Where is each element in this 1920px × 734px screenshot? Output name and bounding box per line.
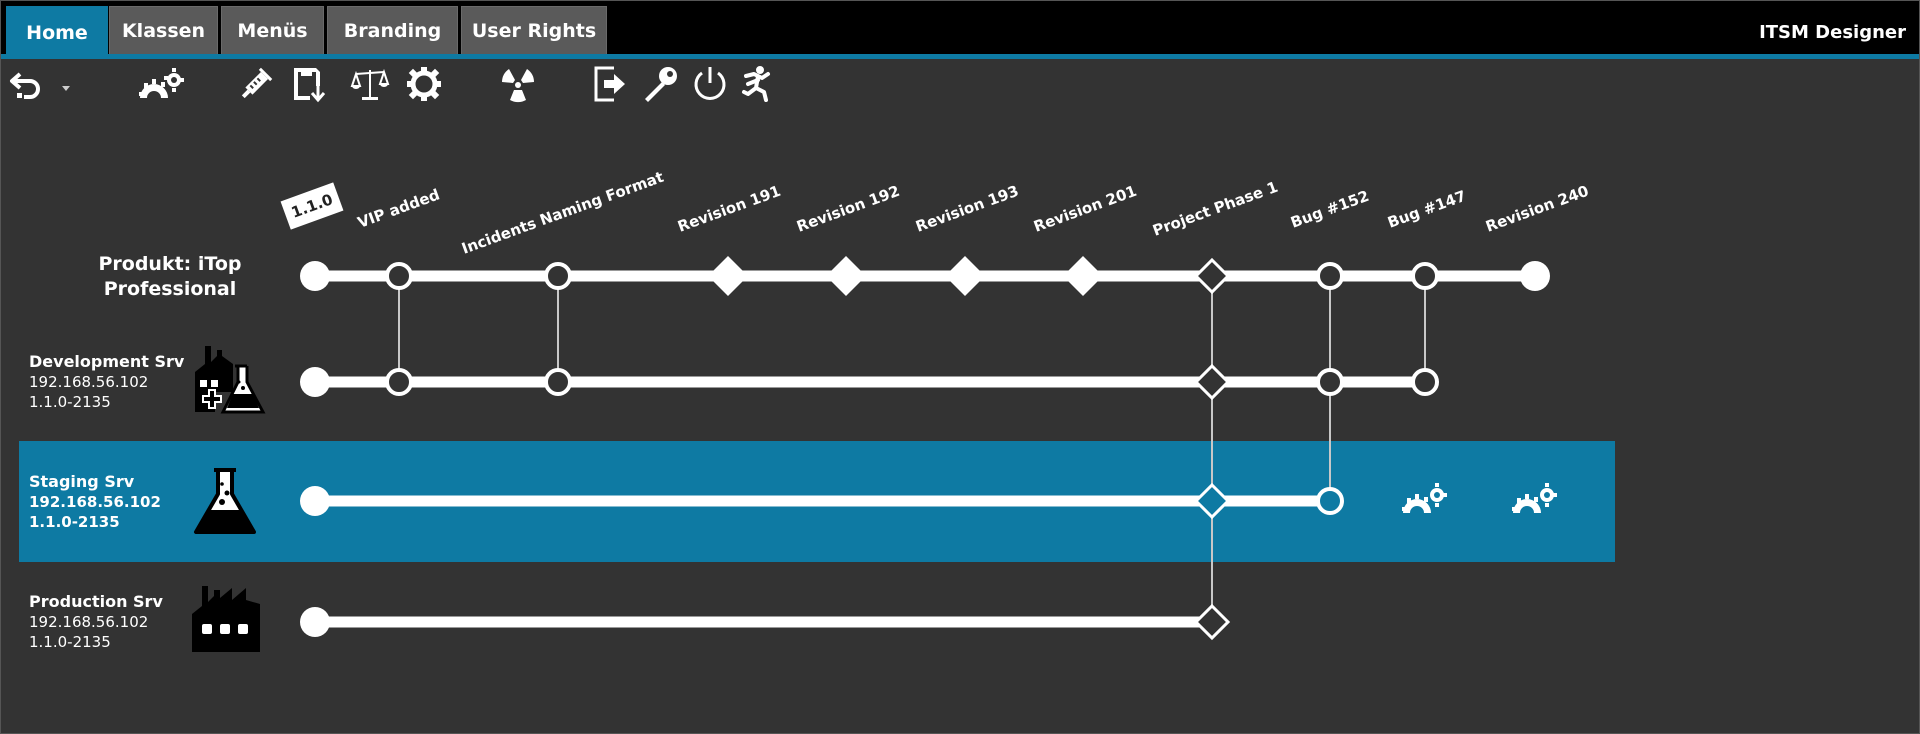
- milestone-node-circle[interactable]: [1316, 368, 1344, 396]
- milestone-label[interactable]: Bug #147: [1385, 187, 1468, 232]
- timeline-start-node[interactable]: [300, 367, 330, 397]
- milestone-label[interactable]: Incidents Naming Format: [459, 168, 666, 258]
- milestone-label[interactable]: Revision 201: [1031, 182, 1139, 236]
- milestone-node-circle[interactable]: [385, 368, 413, 396]
- milestone-label[interactable]: Project Phase 1: [1150, 178, 1280, 240]
- milestone-node-diamond[interactable]: [1063, 256, 1103, 296]
- milestone-node-diamond-open[interactable]: [1193, 363, 1231, 401]
- timeline-start-node[interactable]: [300, 486, 330, 516]
- milestone-node-diamond[interactable]: [826, 256, 866, 296]
- milestone-node-circle[interactable]: [1316, 262, 1344, 290]
- milestone-label[interactable]: Revision 192: [794, 182, 902, 236]
- milestone-node-circle[interactable]: [544, 368, 572, 396]
- timeline-graph: 1.1.0 VIP added Incidents Naming Format Rev…: [280, 168, 1591, 641]
- milestone-label[interactable]: VIP added: [355, 185, 442, 231]
- timeline-start-node[interactable]: [300, 261, 330, 291]
- milestone-label[interactable]: Bug #152: [1288, 187, 1371, 232]
- pending-deploy-gears-icon[interactable]: [1512, 483, 1557, 513]
- milestone-node-diamond-open[interactable]: [1193, 257, 1231, 295]
- timeline-start-node[interactable]: [300, 607, 330, 637]
- milestone-label[interactable]: Revision 240: [1483, 182, 1591, 236]
- milestone-label[interactable]: Revision 191: [675, 182, 783, 236]
- milestone-node-circle[interactable]: [385, 262, 413, 290]
- milestone-node-diamond[interactable]: [708, 256, 748, 296]
- milestone-node-circle[interactable]: [1411, 368, 1439, 396]
- milestone-node-diamond-open[interactable]: [1193, 603, 1231, 641]
- milestone-node-diamond-open[interactable]: [1193, 482, 1231, 520]
- milestone-node-circle[interactable]: [1316, 487, 1344, 515]
- milestone-node-circle[interactable]: [1411, 262, 1439, 290]
- timeline-end-node[interactable]: [1520, 261, 1550, 291]
- version-badge: 1.1.0: [280, 182, 344, 230]
- milestone-node-diamond[interactable]: [945, 256, 985, 296]
- pending-deploy-gears-icon[interactable]: [1402, 483, 1447, 513]
- milestone-label[interactable]: Revision 193: [913, 182, 1021, 236]
- milestone-node-circle[interactable]: [544, 262, 572, 290]
